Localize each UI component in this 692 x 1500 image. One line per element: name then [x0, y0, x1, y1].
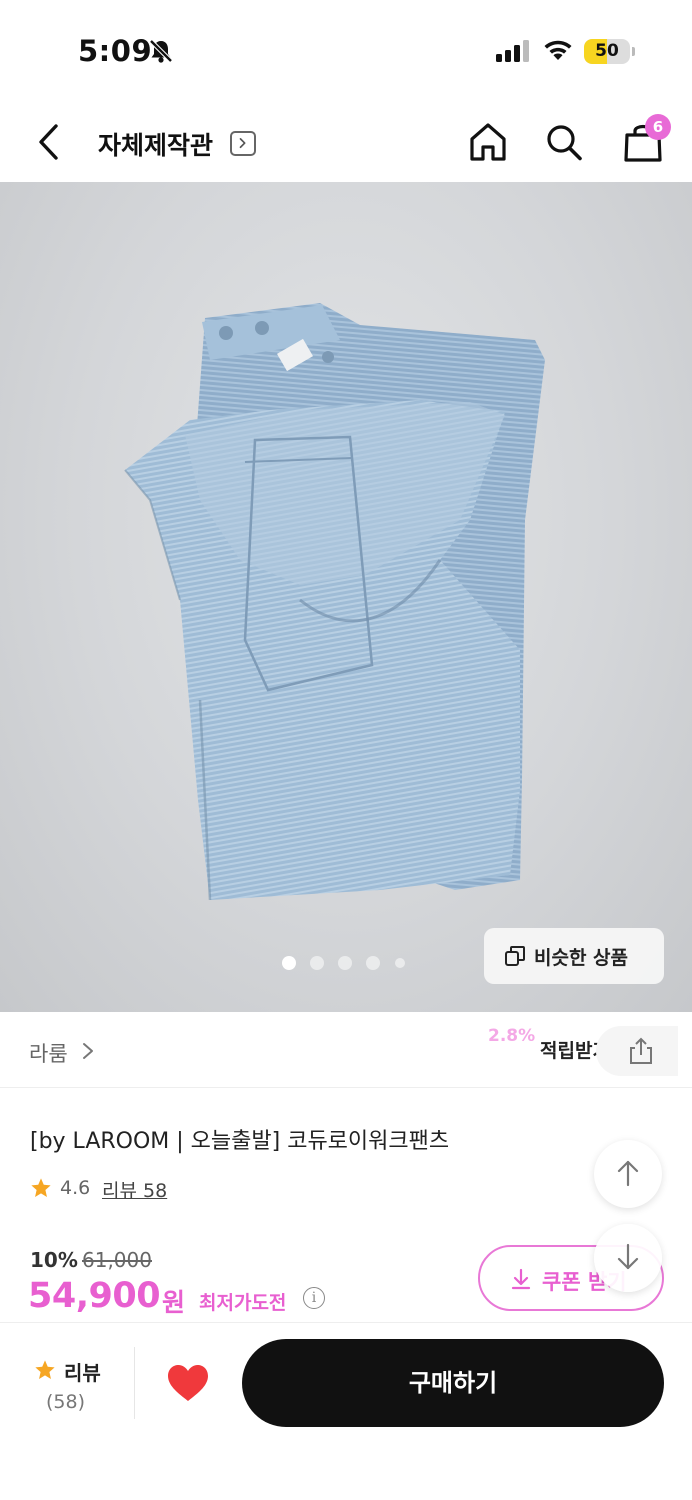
sale-price: 54,900 — [28, 1276, 161, 1316]
battery-level: 50 — [595, 41, 619, 61]
similar-products-label: 비슷한 상품 — [534, 947, 629, 969]
chevron-right-icon[interactable] — [80, 1041, 96, 1061]
review-link[interactable]: 리뷰 58 — [102, 1176, 167, 1203]
discount-rate: 10% — [30, 1248, 78, 1272]
back-icon[interactable] — [30, 120, 70, 164]
similar-products-button[interactable]: 비슷한 상품 — [484, 928, 664, 984]
bottom-action-bar: 리뷰 (58) 구매하기 — [0, 1322, 692, 1500]
rating-value: 4.6 — [60, 1177, 91, 1199]
share-button[interactable] — [596, 1026, 678, 1076]
scroll-to-bottom-button[interactable] — [594, 1224, 662, 1292]
chevron-right-icon[interactable] — [230, 131, 256, 156]
bell-slash-icon — [149, 39, 173, 63]
status-time: 5:09 — [78, 34, 153, 68]
copy-icon — [505, 946, 525, 966]
heart-icon[interactable] — [166, 1363, 210, 1403]
info-icon[interactable]: i — [303, 1287, 325, 1309]
arrow-down-icon — [617, 1243, 639, 1270]
lowest-price-label: 최저가도전 — [199, 1292, 287, 1314]
reward-percent: 2.8% — [488, 1026, 536, 1046]
arrow-up-icon — [617, 1160, 639, 1187]
download-icon — [511, 1268, 531, 1290]
share-icon — [630, 1037, 652, 1064]
review-count: (58) — [46, 1391, 86, 1413]
status-bar: 5:09 50 — [0, 0, 692, 100]
price-unit: 원 — [162, 1288, 186, 1317]
product-name: [by LAROOM | 오늘출발] 코듀로이워크팬츠 — [30, 1129, 450, 1154]
product-image[interactable] — [0, 182, 692, 1012]
signal-icon — [496, 40, 529, 62]
buy-button[interactable]: 구매하기 — [242, 1339, 664, 1427]
pagination-dot[interactable] — [395, 958, 405, 968]
scroll-to-top-button[interactable] — [594, 1140, 662, 1208]
battery-icon: 50 — [584, 39, 636, 64]
pagination-dot[interactable] — [366, 956, 380, 970]
brand-name[interactable]: 라룸 — [29, 1038, 68, 1068]
bottom-review-button[interactable]: 리뷰 (58) — [22, 1353, 112, 1417]
star-icon — [31, 1178, 51, 1197]
cart-count-badge: 6 — [645, 114, 671, 140]
pagination-dot[interactable] — [282, 956, 296, 970]
home-icon[interactable] — [468, 120, 508, 164]
pagination-dot[interactable] — [310, 956, 324, 970]
pagination-dot[interactable] — [338, 956, 352, 970]
corduroy-pants-image — [124, 303, 545, 901]
original-price: 61,000 — [82, 1248, 152, 1272]
brand-row: 라룸 2.8% 적립받기 — [0, 1012, 692, 1088]
search-icon[interactable] — [544, 121, 584, 163]
page-title[interactable]: 자체제작관 — [98, 126, 213, 162]
wifi-icon — [544, 40, 572, 60]
divider — [134, 1347, 135, 1419]
review-label: 리뷰 — [64, 1361, 101, 1385]
top-nav-bar: 자체제작관 — [0, 100, 692, 182]
star-icon — [35, 1360, 55, 1379]
